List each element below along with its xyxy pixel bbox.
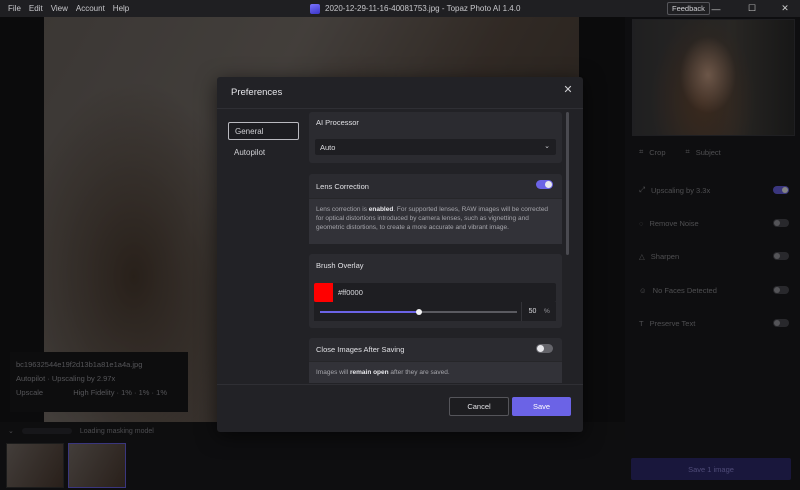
close-icon[interactable]: ✕	[561, 82, 575, 96]
menu-help[interactable]: Help	[109, 4, 133, 13]
menu-file[interactable]: File	[4, 4, 25, 13]
menu-bar: File Edit View Account Help	[4, 4, 133, 13]
nav-autopilot[interactable]: Autopilot	[228, 143, 299, 161]
lens-correction-toggle[interactable]	[536, 180, 553, 189]
topaz-logo-icon	[310, 3, 320, 14]
window-title-text: 2020-12-29-11-16-40081753.jpg - Topaz Ph…	[325, 4, 521, 13]
color-swatch[interactable]	[314, 283, 333, 302]
opacity-unit: %	[544, 308, 550, 315]
scrollbar[interactable]	[566, 112, 569, 255]
brush-overlay-section: Brush Overlay #ff0000 50 %	[309, 254, 562, 328]
divider	[217, 108, 583, 109]
lens-correction-section: Lens Correction Lens correction is enabl…	[309, 174, 562, 244]
lens-text-pre: Lens correction is	[316, 206, 369, 213]
window-title: 2020-12-29-11-16-40081753.jpg - Topaz Ph…	[310, 0, 520, 17]
menu-edit[interactable]: Edit	[25, 4, 47, 13]
ai-processor-value: Auto	[320, 142, 336, 152]
close-after-saving-description: Images will remain open after they are s…	[309, 361, 562, 383]
color-hex-value: #ff0000	[338, 288, 363, 297]
chevron-down-icon: ⌄	[544, 143, 550, 150]
close-after-saving-heading: Close Images After Saving	[316, 345, 405, 354]
close-text-pre: Images will	[316, 369, 350, 376]
minimize-icon[interactable]: —	[704, 0, 728, 17]
menu-view[interactable]: View	[47, 4, 72, 13]
brush-opacity-row: 50 %	[314, 302, 556, 321]
close-text-post: after they are saved.	[388, 369, 450, 376]
save-button[interactable]: Save	[512, 397, 571, 416]
close-window-icon[interactable]: ✕	[773, 0, 797, 17]
close-after-saving-header: Close Images After Saving	[309, 338, 562, 361]
opacity-slider[interactable]	[320, 309, 517, 315]
lens-correction-heading: Lens Correction	[316, 181, 369, 191]
lens-correction-description: Lens correction is enabled. For supporte…	[309, 198, 562, 244]
brush-overlay-heading: Brush Overlay	[316, 261, 364, 270]
opacity-value-input[interactable]: 50	[521, 302, 543, 321]
footer-divider	[217, 384, 583, 385]
ai-processor-section: AI Processor Auto ⌄	[309, 112, 562, 163]
topaz-photo-ai-window: File Edit View Account Help 2020-12-29-1…	[0, 0, 800, 490]
close-after-saving-toggle[interactable]	[536, 344, 553, 353]
nav-general[interactable]: General	[228, 122, 299, 140]
brush-color-field[interactable]: #ff0000	[314, 283, 556, 302]
opacity-slider-handle[interactable]	[415, 309, 422, 315]
preferences-dialog: Preferences ✕ General Autopilot AI Proce…	[217, 77, 583, 432]
title-bar: File Edit View Account Help 2020-12-29-1…	[0, 0, 800, 17]
opacity-slider-fill	[320, 311, 419, 313]
close-text-bold: remain open	[349, 369, 389, 376]
lens-correction-header: Lens Correction	[309, 174, 562, 198]
dialog-title: Preferences	[231, 87, 283, 98]
ai-processor-heading: AI Processor	[316, 117, 359, 127]
lens-text-bold: enabled	[368, 206, 394, 213]
menu-account[interactable]: Account	[72, 4, 109, 13]
cancel-button[interactable]: Cancel	[449, 397, 509, 416]
maximize-icon[interactable]: ☐	[740, 0, 764, 17]
ai-processor-select[interactable]: Auto ⌄	[315, 139, 556, 155]
close-after-saving-section: Close Images After Saving Images will re…	[309, 338, 562, 383]
